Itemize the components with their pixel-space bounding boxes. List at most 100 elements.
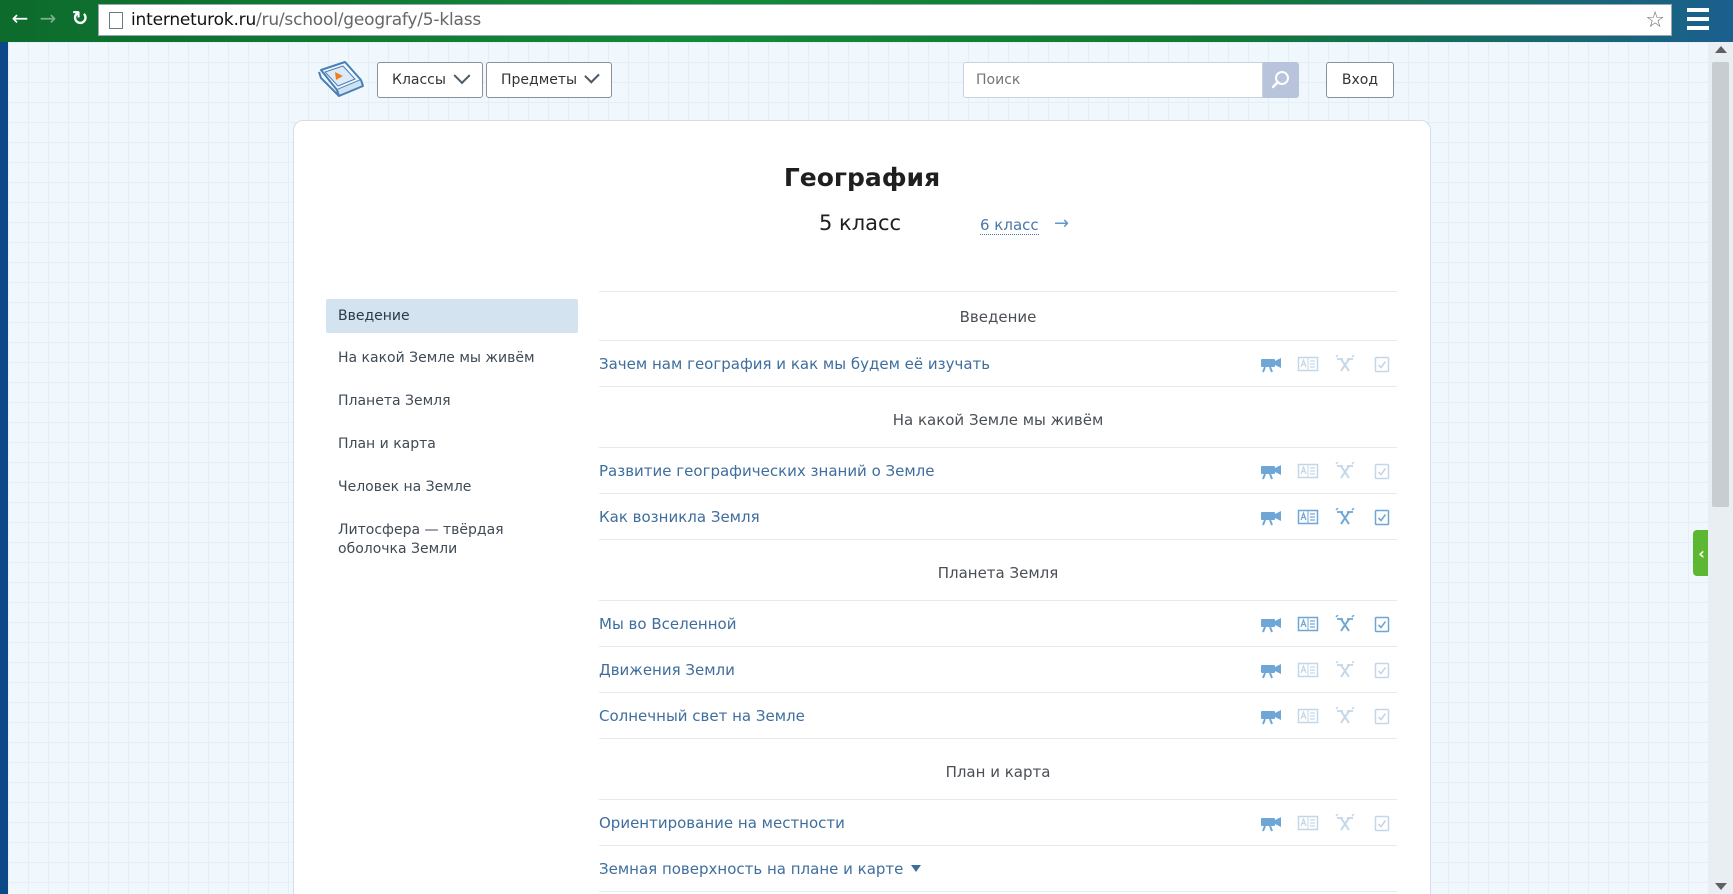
caret-down-icon xyxy=(911,865,922,872)
lesson-resources xyxy=(1260,461,1397,480)
lesson-resources xyxy=(1260,813,1397,832)
trainer-icon[interactable] xyxy=(1334,507,1356,526)
lesson-resources xyxy=(1260,614,1397,633)
lesson-link-label: Земная поверхность на плане и карте xyxy=(599,859,904,878)
lesson-row: Как возникла Земля xyxy=(599,494,1397,540)
url-text: interneturok.ru/ru/school/geografy/5-kla… xyxy=(131,10,481,30)
header-divider xyxy=(599,291,1397,292)
section-heading: Планета Земля xyxy=(599,540,1397,601)
text-book-icon[interactable] xyxy=(1297,508,1319,526)
trainer-icon[interactable] xyxy=(1334,461,1356,480)
lesson-link[interactable]: Как возникла Земля xyxy=(599,508,760,526)
lesson-link[interactable]: Солнечный свет на Земле xyxy=(599,707,805,725)
test-check-icon[interactable] xyxy=(1371,707,1393,725)
arrow-right-icon[interactable]: → xyxy=(1054,213,1069,234)
video-camera-icon[interactable] xyxy=(1260,462,1282,480)
lesson-row: Земная поверхность на плане и карте xyxy=(599,846,1397,892)
sidebar-item-human-on-earth[interactable]: Человек на Земле xyxy=(326,470,578,505)
forward-arrow-icon[interactable]: → xyxy=(38,6,58,30)
trainer-icon[interactable] xyxy=(1334,614,1356,633)
trainer-icon[interactable] xyxy=(1334,354,1356,373)
page-viewport: Классы Предметы Вход География 5 класс 6… xyxy=(8,42,1708,894)
sidebar-item-earth-we-live[interactable]: На какой Земле мы живём xyxy=(326,341,578,376)
trainer-icon[interactable] xyxy=(1334,706,1356,725)
text-book-icon[interactable] xyxy=(1297,661,1319,679)
page-scrollbar[interactable] xyxy=(1708,42,1733,894)
lesson-row: Солнечный свет на Земле xyxy=(599,693,1397,739)
sidebar-item-lithosphere[interactable]: Литосфера — твёрдая оболочка Земли xyxy=(326,513,578,559)
lesson-link[interactable]: Зачем нам география и как мы будем её из… xyxy=(599,355,990,373)
lesson-list: Введение Зачем нам география и как мы бу… xyxy=(599,294,1397,892)
sidebar-item-plan-and-map[interactable]: План и карта xyxy=(326,427,578,462)
test-check-icon[interactable] xyxy=(1371,355,1393,373)
text-book-icon[interactable] xyxy=(1297,462,1319,480)
reload-icon[interactable]: ↻ xyxy=(70,6,90,30)
test-check-icon[interactable] xyxy=(1371,661,1393,679)
section-heading: На какой Земле мы живём xyxy=(599,387,1397,448)
lesson-link[interactable]: Ориентирование на местности xyxy=(599,814,845,832)
bookmark-star-icon[interactable]: ☆ xyxy=(1645,8,1665,33)
lesson-link-expandable[interactable]: Земная поверхность на плане и карте xyxy=(599,859,922,878)
address-bar[interactable]: interneturok.ru/ru/school/geografy/5-kla… xyxy=(98,4,1672,36)
page-title: География xyxy=(783,163,941,192)
chevron-down-icon xyxy=(584,68,600,84)
lesson-resources xyxy=(1260,660,1397,679)
test-check-icon[interactable] xyxy=(1371,462,1393,480)
test-check-icon[interactable] xyxy=(1371,508,1393,526)
video-camera-icon[interactable] xyxy=(1260,707,1282,725)
lesson-link[interactable]: Мы во Вселенной xyxy=(599,615,736,633)
current-grade: 5 класс xyxy=(819,211,902,235)
next-grade-link[interactable]: 6 класс xyxy=(980,217,1039,235)
back-arrow-icon[interactable]: ← xyxy=(10,6,30,30)
section-heading: План и карта xyxy=(599,739,1397,800)
scroll-thumb[interactable] xyxy=(1712,62,1729,507)
lesson-row: Развитие географических знаний о Земле xyxy=(599,448,1397,494)
chevron-down-icon xyxy=(453,67,471,85)
sidebar: Введение На какой Земле мы живём Планета… xyxy=(326,299,578,567)
lesson-row: Движения Земли xyxy=(599,647,1397,693)
lesson-resources xyxy=(1260,507,1397,526)
video-camera-icon[interactable] xyxy=(1260,661,1282,679)
browser-toolbar: ← → ↻ interneturok.ru/ru/school/geografy… xyxy=(0,0,1733,42)
classes-dropdown[interactable]: Классы xyxy=(377,62,483,98)
test-check-icon[interactable] xyxy=(1371,615,1393,633)
search-icon xyxy=(1271,71,1289,89)
trainer-icon[interactable] xyxy=(1334,813,1356,832)
trainer-icon[interactable] xyxy=(1334,660,1356,679)
video-camera-icon[interactable] xyxy=(1260,508,1282,526)
subjects-dropdown-label: Предметы xyxy=(501,72,578,88)
video-camera-icon[interactable] xyxy=(1260,615,1282,633)
browser-menu-icon[interactable] xyxy=(1687,8,1709,30)
lesson-row: Ориентирование на местности xyxy=(599,800,1397,846)
subjects-dropdown[interactable]: Предметы xyxy=(486,62,612,98)
text-book-icon[interactable] xyxy=(1297,355,1319,373)
sidebar-item-intro[interactable]: Введение xyxy=(326,299,578,333)
scroll-down-icon[interactable] xyxy=(1715,883,1727,890)
video-camera-icon[interactable] xyxy=(1260,814,1282,832)
url-host: interneturok.ru xyxy=(131,10,257,30)
url-path: /ru/school/geografy/5-klass xyxy=(256,10,482,30)
text-book-icon[interactable] xyxy=(1297,814,1319,832)
login-button[interactable]: Вход xyxy=(1326,62,1394,98)
video-camera-icon[interactable] xyxy=(1260,355,1282,373)
test-check-icon[interactable] xyxy=(1371,814,1393,832)
section-heading: Введение xyxy=(599,294,1397,341)
page-icon xyxy=(109,11,123,29)
lesson-row: Мы во Вселенной xyxy=(599,601,1397,647)
classes-dropdown-label: Классы xyxy=(392,72,446,88)
lesson-resources xyxy=(1260,706,1397,725)
text-book-icon[interactable] xyxy=(1297,615,1319,633)
chevron-left-icon: ‹ xyxy=(1698,543,1705,563)
lesson-resources xyxy=(1260,354,1397,373)
search-input[interactable] xyxy=(963,62,1263,98)
login-button-label: Вход xyxy=(1341,72,1379,88)
search-button[interactable] xyxy=(1263,62,1299,98)
scroll-up-icon[interactable] xyxy=(1715,46,1727,53)
lesson-link[interactable]: Движения Земли xyxy=(599,661,735,679)
text-book-icon[interactable] xyxy=(1297,707,1319,725)
content-card: География 5 класс 6 класс → Введение На … xyxy=(293,120,1431,894)
lesson-row: Зачем нам география и как мы будем её из… xyxy=(599,341,1397,387)
site-logo-icon[interactable] xyxy=(315,58,367,102)
lesson-link[interactable]: Развитие географических знаний о Земле xyxy=(599,462,935,480)
sidebar-item-planet-earth[interactable]: Планета Земля xyxy=(326,384,578,419)
